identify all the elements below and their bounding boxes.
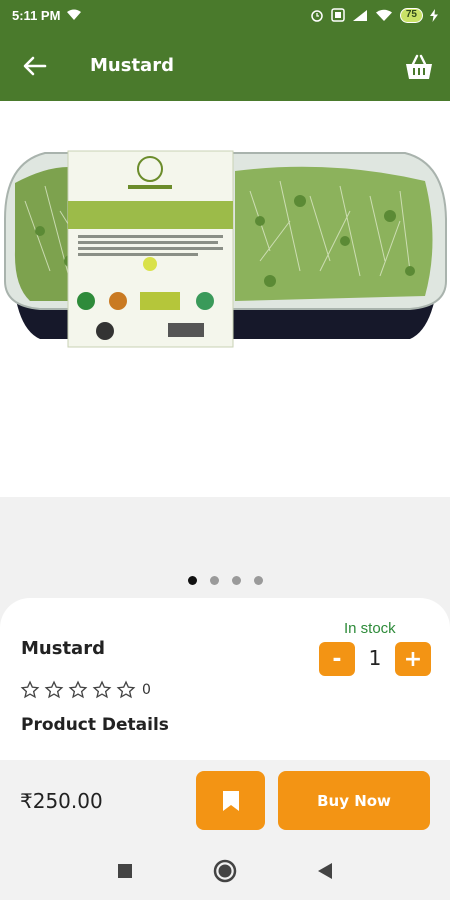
stock-status: In stock — [344, 620, 396, 637]
product-image-gallery[interactable] — [0, 101, 450, 497]
pagination-dot[interactable] — [253, 576, 263, 585]
product-details-heading: Product Details — [21, 715, 169, 735]
bookmark-icon — [222, 790, 239, 811]
arrow-left-icon — [23, 56, 47, 75]
square-icon — [118, 864, 132, 878]
quantity-decrease-button[interactable]: - — [319, 642, 355, 676]
recents-button[interactable] — [110, 856, 140, 886]
back-nav-button[interactable] — [310, 856, 340, 886]
buy-now-button[interactable]: Buy Now — [278, 771, 430, 830]
pagination-dot[interactable] — [209, 576, 219, 585]
battery-indicator: 75 — [399, 7, 423, 23]
basket-icon — [406, 54, 432, 79]
charging-bolt-icon — [430, 8, 438, 22]
quantity-value: 1 — [368, 646, 382, 670]
star-outline-icon — [20, 680, 40, 699]
product-image — [4, 150, 447, 348]
quantity-increase-button[interactable]: + — [395, 642, 431, 676]
pagination-dot[interactable] — [231, 576, 241, 585]
product-name: Mustard — [21, 638, 105, 659]
data-saver-icon — [331, 8, 345, 22]
star-outline-icon — [92, 680, 112, 699]
cellular-signal-icon — [352, 9, 368, 22]
rating-stars: 0 — [20, 680, 151, 700]
wifi-small-icon — [66, 9, 82, 21]
gallery-pagination — [0, 576, 450, 585]
back-button[interactable] — [0, 30, 70, 101]
status-icons: 75 — [310, 7, 438, 23]
rating-count: 0 — [142, 682, 151, 698]
star-outline-icon — [44, 680, 64, 699]
wifi-icon — [375, 9, 393, 22]
alarm-icon — [310, 8, 324, 22]
triangle-back-icon — [318, 863, 332, 879]
star-outline-icon — [116, 680, 136, 699]
home-button[interactable] — [210, 856, 240, 886]
star-outline-icon — [68, 680, 88, 699]
product-price: ₹250.00 — [20, 789, 103, 813]
system-navigation-bar — [0, 842, 450, 900]
bookmark-button[interactable] — [196, 771, 265, 830]
cart-button[interactable] — [402, 50, 436, 84]
circle-icon — [213, 859, 237, 883]
status-time: 5:11 PM — [12, 7, 61, 23]
app-bar: Mustard — [0, 30, 450, 101]
status-bar: 5:11 PM 75 — [0, 0, 450, 30]
page-title: Mustard — [90, 55, 174, 76]
pagination-dot-active[interactable] — [187, 576, 197, 585]
